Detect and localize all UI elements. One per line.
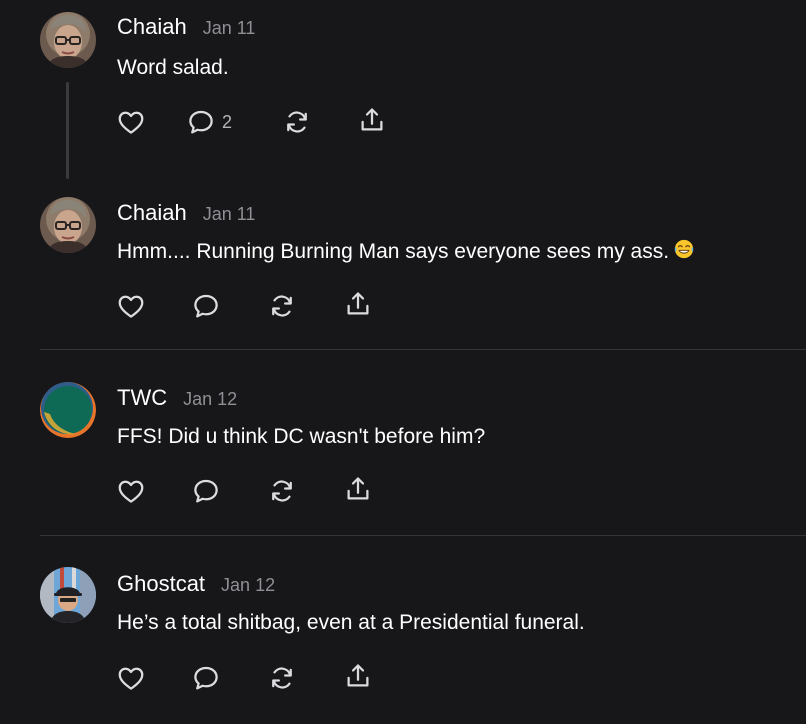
restack-button[interactable] [282, 107, 312, 137]
restack-button[interactable] [267, 291, 297, 321]
restack-icon [267, 663, 297, 693]
avatar-image [40, 382, 96, 438]
comment-3: TWC Jan 12 FFS! Did u think DC wasn't be… [0, 370, 806, 530]
comment-date: Jan 12 [221, 575, 276, 595]
restack-icon [267, 476, 297, 506]
heart-icon [116, 476, 146, 506]
share-icon [343, 289, 373, 319]
avatar-image [40, 197, 96, 253]
comment-text: Hmm.... Running Burning Man says everyon… [117, 240, 670, 263]
thread-line [66, 82, 69, 179]
tears-of-joy-emoji-icon [673, 238, 695, 260]
like-button[interactable] [116, 663, 146, 693]
share-icon [343, 661, 373, 691]
comment-icon [191, 291, 221, 321]
reply-button[interactable] [191, 476, 221, 506]
comment-text: FFS! Did u think DC wasn't before him? [117, 425, 486, 448]
avatar[interactable] [40, 382, 96, 438]
avatar-image [40, 567, 96, 623]
reply-button[interactable]: 2 [186, 107, 232, 137]
like-button[interactable] [116, 291, 146, 321]
share-icon [357, 105, 387, 135]
divider [40, 535, 806, 536]
restack-icon [267, 291, 297, 321]
comment-date: Jan 11 [202, 204, 256, 224]
share-button[interactable] [357, 105, 387, 135]
author-name[interactable]: TWC [117, 385, 167, 411]
reply-button[interactable] [191, 291, 221, 321]
share-button[interactable] [343, 661, 373, 691]
author-name[interactable]: Chaiah [117, 14, 187, 40]
comment-icon [191, 476, 221, 506]
comment-4: Ghostcat Jan 12 He’s a total shitbag, ev… [0, 555, 806, 724]
comment-date: Jan 11 [202, 18, 256, 38]
comment-feed: Chaiah Jan 11 Word salad. 2 Chaiah Jan 1… [0, 0, 806, 724]
author-name[interactable]: Ghostcat [117, 571, 205, 597]
avatar-image [40, 12, 96, 68]
avatar[interactable] [40, 12, 96, 68]
comment-icon [191, 663, 221, 693]
restack-button[interactable] [267, 476, 297, 506]
comment-2: Chaiah Jan 11 Hmm.... Running Burning Ma… [0, 185, 806, 345]
like-button[interactable] [116, 107, 146, 137]
reply-button[interactable] [191, 663, 221, 693]
share-icon [343, 474, 373, 504]
avatar[interactable] [40, 567, 96, 623]
comment-text-wrapper: Hmm.... Running Burning Man says everyon… [117, 238, 695, 264]
reply-count: 2 [222, 111, 233, 132]
like-button[interactable] [116, 476, 146, 506]
divider [40, 349, 806, 350]
avatar[interactable] [40, 197, 96, 253]
comment-text: Word salad. [117, 56, 229, 79]
heart-icon [116, 663, 146, 693]
comment-1: Chaiah Jan 11 Word salad. 2 [0, 0, 806, 190]
restack-button[interactable] [267, 663, 297, 693]
restack-icon [282, 107, 312, 137]
comment-icon [186, 107, 216, 137]
heart-icon [116, 291, 146, 321]
author-name[interactable]: Chaiah [117, 200, 187, 226]
comment-date: Jan 12 [183, 389, 238, 409]
heart-icon [116, 107, 146, 137]
comment-text: He’s a total shitbag, even at a Presiden… [117, 611, 585, 634]
share-button[interactable] [343, 474, 373, 504]
share-button[interactable] [343, 289, 373, 319]
